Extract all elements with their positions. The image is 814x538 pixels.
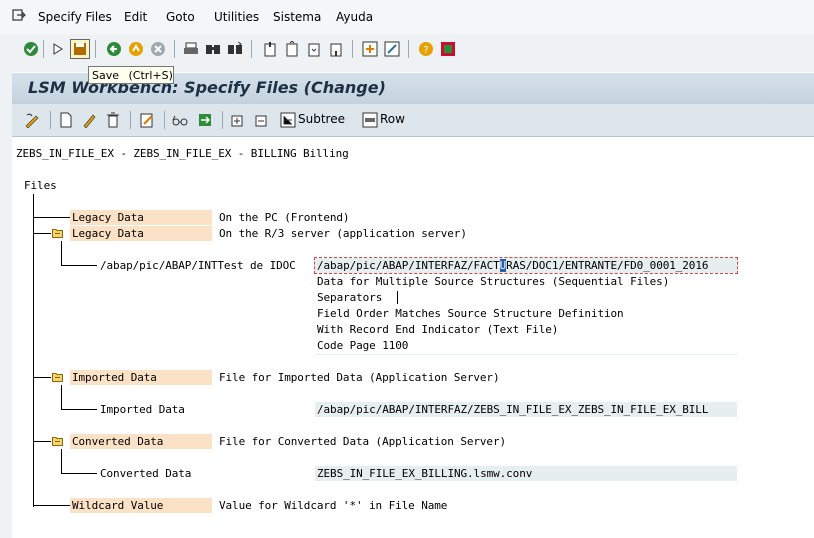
node-converted-data-desc: File for Converted Data (Application Ser… bbox=[219, 435, 506, 448]
node-legacy-data-pc[interactable]: Legacy Data bbox=[72, 211, 144, 224]
toolbar-separator bbox=[43, 40, 44, 58]
command-field-arrow-icon[interactable] bbox=[50, 41, 66, 57]
next-page-icon[interactable] bbox=[306, 41, 322, 57]
prop-code-page: Code Page 1100 bbox=[317, 339, 409, 352]
delete-trash-icon[interactable] bbox=[105, 112, 121, 128]
converted-file-name: Converted Data bbox=[100, 467, 192, 480]
tree-line bbox=[61, 265, 97, 266]
tree-root-files: Files bbox=[24, 179, 57, 192]
tree-line bbox=[33, 233, 51, 234]
legacy-file-name: /abap/pic/ABAP/INTTest de IDOC bbox=[100, 259, 296, 272]
find-icon[interactable] bbox=[205, 41, 221, 57]
menu-edit[interactable]: Edit bbox=[124, 10, 147, 24]
collapse-subtree-icon[interactable] bbox=[254, 112, 270, 128]
cancel-icon[interactable] bbox=[150, 41, 166, 57]
change-pencil-icon[interactable] bbox=[81, 112, 97, 128]
tree-line bbox=[61, 473, 97, 474]
display-change-icon[interactable] bbox=[24, 112, 40, 128]
tree-line bbox=[33, 194, 34, 507]
menu-bar: Specify Files Edit Goto Utilities Sistem… bbox=[0, 0, 814, 34]
folder-open-icon[interactable] bbox=[52, 436, 63, 446]
tooltip-text: Save bbox=[92, 69, 120, 82]
folder-open-icon[interactable] bbox=[52, 228, 63, 238]
toolbar-separator bbox=[222, 111, 223, 129]
node-imported-data[interactable]: Imported Data bbox=[72, 371, 157, 384]
toolbar-separator bbox=[50, 111, 51, 129]
create-session-icon[interactable] bbox=[362, 41, 378, 57]
system-menu-icon[interactable] bbox=[12, 8, 26, 22]
row-button-label[interactable]: Row bbox=[380, 112, 405, 126]
converted-file-path: ZEBS_IN_FILE_EX_BILLING.lsmw.conv bbox=[317, 467, 533, 480]
tree-line bbox=[33, 217, 70, 218]
page-title: LSM Workbench: Specify Files (Change) bbox=[28, 78, 386, 97]
path-text-before: /abap/pic/ABAP/INTERFAZ/FACT bbox=[317, 259, 500, 272]
prop-record-end: With Record End Indicator (Text File) bbox=[317, 323, 559, 336]
node-imported-data-desc: File for Imported Data (Application Serv… bbox=[219, 371, 500, 384]
path-text-after: RAS/DOC1/ENTRANTE/FD0_0001_2016 bbox=[506, 259, 709, 272]
tree-line bbox=[61, 241, 62, 266]
toolbar-separator bbox=[352, 40, 353, 58]
legacy-file-path-field[interactable]: /abap/pic/ABAP/INTERFAZ/FACTURAS/DOC1/EN… bbox=[314, 257, 738, 274]
menu-sistema[interactable]: Sistema bbox=[273, 10, 321, 24]
imported-file-path: /abap/pic/ABAP/INTERFAZ/ZEBS_IN_FILE_EX_… bbox=[317, 403, 709, 416]
save-icon[interactable] bbox=[70, 39, 90, 59]
imported-file-name: Imported Data bbox=[100, 403, 185, 416]
customize-layout-icon[interactable] bbox=[440, 41, 456, 57]
transfer-icon[interactable] bbox=[197, 112, 213, 128]
tree-line bbox=[61, 409, 97, 410]
node-legacy-data-server-desc: On the R/3 server (application server) bbox=[219, 227, 467, 240]
tooltip-shortcut: (Ctrl+S) bbox=[128, 69, 173, 82]
menu-utilities[interactable]: Utilities bbox=[214, 10, 259, 24]
application-toolbar: Subtree Row bbox=[12, 104, 814, 137]
text-cursor bbox=[397, 291, 398, 304]
exit-icon[interactable] bbox=[128, 41, 144, 57]
subtree-button-label[interactable]: Subtree bbox=[298, 112, 345, 126]
menu-specify-files[interactable]: Specify Files bbox=[38, 10, 112, 24]
tree-line bbox=[33, 505, 70, 506]
shortcut-icon[interactable] bbox=[384, 41, 400, 57]
node-converted-data[interactable]: Converted Data bbox=[72, 435, 163, 448]
menu-ayuda[interactable]: Ayuda bbox=[336, 10, 373, 24]
tree-line bbox=[61, 449, 62, 474]
find-next-icon[interactable] bbox=[227, 41, 243, 57]
toolbar-separator bbox=[174, 40, 175, 58]
folder-open-icon[interactable] bbox=[52, 372, 63, 382]
save-tooltip: Save (Ctrl+S) bbox=[88, 66, 174, 84]
node-wildcard-value[interactable]: Wildcard Value bbox=[72, 499, 163, 512]
toolbar-separator bbox=[251, 40, 252, 58]
last-page-icon[interactable] bbox=[328, 41, 344, 57]
toolbar-separator bbox=[408, 40, 409, 58]
row-icon[interactable] bbox=[362, 112, 378, 128]
expand-subtree-icon[interactable] bbox=[230, 112, 246, 128]
back-icon[interactable] bbox=[106, 41, 122, 57]
first-page-icon[interactable] bbox=[262, 41, 278, 57]
tree-line bbox=[33, 441, 51, 442]
previous-page-icon[interactable] bbox=[284, 41, 300, 57]
toolbar-separator bbox=[95, 40, 96, 58]
toolbar-separator bbox=[130, 111, 131, 129]
prop-field-order: Field Order Matches Source Structure Def… bbox=[317, 307, 624, 320]
imported-file-path-field[interactable]: /abap/pic/ABAP/INTERFAZ/ZEBS_IN_FILE_EX_… bbox=[315, 402, 737, 417]
menu-goto[interactable]: Goto bbox=[166, 10, 195, 24]
create-icon[interactable] bbox=[58, 112, 74, 128]
svg-text:?: ? bbox=[423, 45, 428, 56]
subtree-icon[interactable] bbox=[280, 112, 296, 128]
object-header-line: ZEBS_IN_FILE_EX - ZEBS_IN_FILE_EX - BILL… bbox=[16, 147, 349, 160]
edit-document-icon[interactable] bbox=[139, 112, 155, 128]
toolbar-separator bbox=[164, 111, 165, 129]
help-icon[interactable]: ? bbox=[418, 41, 434, 57]
prop-multiple-structures: Data for Multiple Source Structures (Seq… bbox=[317, 275, 670, 288]
node-legacy-data-server[interactable]: Legacy Data bbox=[72, 227, 144, 240]
prop-separators: Separators bbox=[317, 291, 383, 304]
print-icon[interactable] bbox=[183, 41, 199, 57]
node-wildcard-value-desc: Value for Wildcard '*' in File Name bbox=[219, 499, 448, 512]
enter-check-icon[interactable] bbox=[23, 41, 39, 57]
converted-file-path-field[interactable]: ZEBS_IN_FILE_EX_BILLING.lsmw.conv bbox=[315, 466, 737, 481]
tree-line bbox=[61, 385, 62, 410]
tree-line bbox=[33, 377, 51, 378]
glasses-display-icon[interactable] bbox=[172, 112, 188, 128]
standard-toolbar: ? bbox=[0, 34, 814, 64]
node-legacy-data-pc-desc: On the PC (Frontend) bbox=[219, 211, 350, 224]
